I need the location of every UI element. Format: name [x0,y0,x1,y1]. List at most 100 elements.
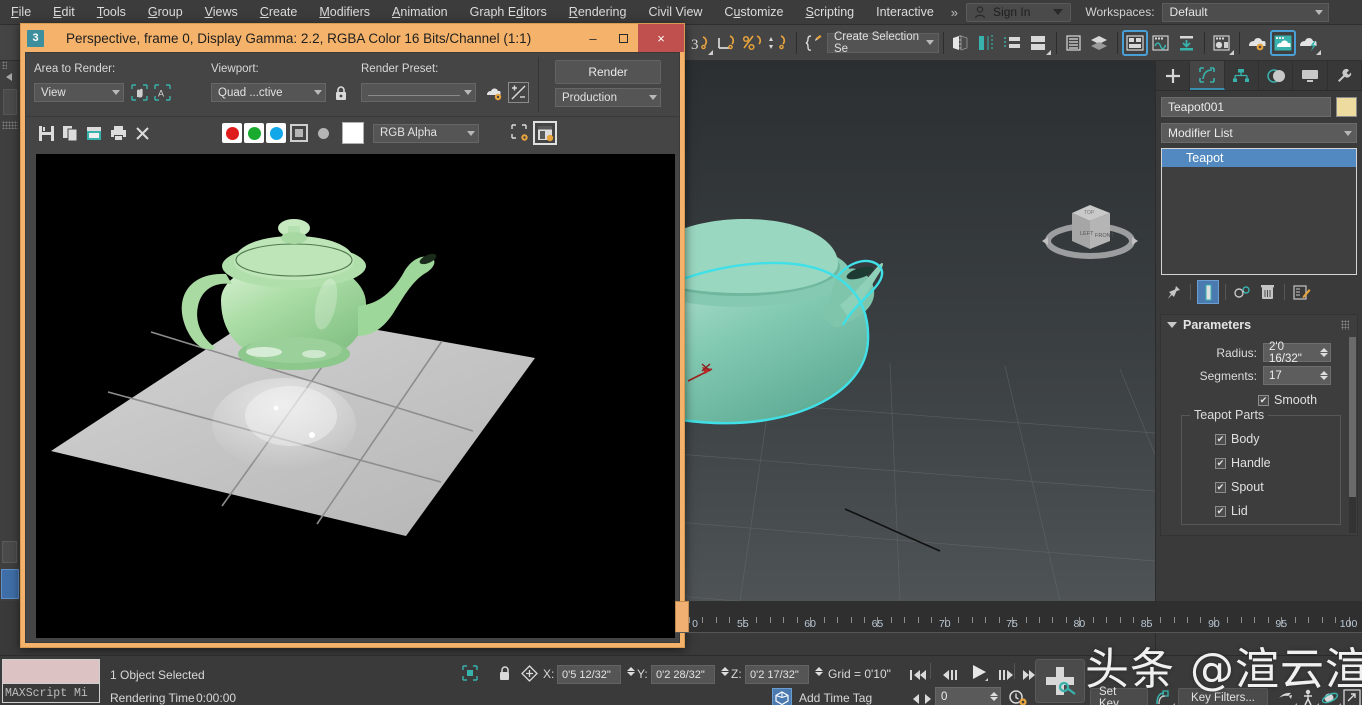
auto-key-button[interactable] [1035,659,1085,703]
utilities-tab[interactable] [1328,61,1362,90]
go-to-start-icon[interactable] [906,664,930,686]
teapot-preset-icon[interactable] [484,82,505,103]
menu-group[interactable]: Group [137,1,194,23]
time-slider[interactable] [675,601,689,633]
area-to-render-select[interactable]: View [34,83,124,102]
print-image-icon[interactable] [106,121,130,145]
chevron-down-icon[interactable] [1053,9,1064,15]
pin-stack-icon[interactable] [1162,281,1184,303]
radius-spinner[interactable]: 2'0 16/32" [1263,341,1331,365]
rendered-frame-window[interactable]: 3 Perspective, frame 0, Display Gamma: 2… [20,23,685,648]
blue-channel-icon[interactable] [266,123,286,143]
smooth-checkbox[interactable]: ✔ Smooth [1258,393,1351,407]
object-name-input[interactable]: Teapot001 [1161,97,1331,117]
background-color-swatch[interactable] [342,122,364,144]
curve-editor-icon[interactable] [1148,30,1174,56]
modify-tab[interactable] [1190,61,1225,90]
z-field[interactable]: 0'2 17/32" [745,665,809,684]
toggle-ribbon-icon[interactable] [1122,29,1148,56]
menu-views[interactable]: Views [194,1,249,23]
percent-snap-icon[interactable] [740,30,766,56]
menu-edit[interactable]: Edit [42,1,86,23]
object-color-swatch[interactable] [1336,97,1357,117]
menu-file[interactable]: File [0,1,42,23]
workspace-select[interactable]: Default [1161,2,1329,22]
menu-modifiers[interactable]: Modifiers [308,1,381,23]
copy-image-icon[interactable] [58,121,82,145]
x-spinner-icon[interactable] [627,667,635,676]
lock-icon[interactable] [331,82,351,103]
segments-spinner[interactable]: 17 [1263,366,1331,385]
stack-item-teapot[interactable]: Teapot [1162,149,1356,167]
menu-tools[interactable]: Tools [86,1,137,23]
x-field[interactable]: 0'5 12/32" [557,665,621,684]
save-image-icon[interactable] [34,121,58,145]
minimize-button[interactable]: – [578,24,608,52]
rollout-header[interactable]: Parameters [1161,315,1357,335]
key-mode-icon[interactable] [910,688,934,705]
close-button[interactable]: × [638,24,684,52]
remove-modifier-icon[interactable] [1256,281,1278,303]
motion-tab[interactable] [1259,61,1294,90]
pan-view-icon[interactable] [1274,687,1298,705]
maximize-viewport-icon[interactable] [1340,687,1362,705]
auto-region-icon[interactable]: A [153,83,172,102]
drag-grip[interactable] [2,121,18,129]
toggle-ui-icon[interactable] [509,124,531,142]
schematic-view-icon[interactable] [1174,30,1200,56]
render-production-icon[interactable] [1296,30,1322,56]
menu-overflow-icon[interactable]: » [945,5,964,20]
menu-customize[interactable]: Customize [713,1,794,23]
spinner-arrows-icon[interactable] [1320,371,1328,380]
orbit-icon[interactable] [1318,687,1342,705]
maximize-button[interactable] [608,24,638,52]
scene-explorer-icon[interactable] [1026,30,1052,56]
viewport-select[interactable]: Quad ...ctive [211,83,326,102]
frame-spinner-icon[interactable] [990,692,998,701]
menu-rendering[interactable]: Rendering [558,1,638,23]
time-configuration-icon[interactable] [1006,687,1030,705]
time-tag-icon[interactable] [772,688,792,705]
region-select-icon[interactable] [130,83,149,102]
hierarchy-tab[interactable] [1225,61,1259,90]
modifier-stack[interactable]: Teapot [1161,148,1357,275]
menu-scripting[interactable]: Scripting [794,1,865,23]
selection-set-input[interactable]: Create Selection Se [827,31,939,55]
spinner-snap-icon[interactable] [766,30,792,56]
menu-animation[interactable]: Animation [381,1,459,23]
selection-lock-icon[interactable] [461,664,479,682]
layer-explorer-icon[interactable] [1000,30,1026,56]
red-channel-icon[interactable] [222,123,242,143]
rfw-titlebar[interactable]: 3 Perspective, frame 0, Display Gamma: 2… [21,24,684,52]
handle-checkbox[interactable]: ✔ Handle [1215,456,1340,470]
rollout-grip[interactable] [1341,320,1349,330]
rendered-image[interactable] [36,154,675,638]
make-unique-icon[interactable] [1232,281,1254,303]
render-button[interactable]: Render [555,60,661,84]
y-field[interactable]: 0'2 28/32" [651,665,715,684]
clone-image-icon[interactable] [82,121,106,145]
angle-snap-icon[interactable] [714,30,740,56]
toolbar-button[interactable] [2,541,17,563]
menu-civil-view[interactable]: Civil View [637,1,713,23]
material-editor-icon[interactable] [1209,30,1235,56]
y-spinner-icon[interactable] [721,667,729,676]
layer-manager-icon[interactable] [1061,30,1087,56]
green-channel-icon[interactable] [244,123,264,143]
render-mode-select[interactable]: Production [555,88,661,107]
layer-stack-icon[interactable] [1087,30,1113,56]
lid-checkbox[interactable]: ✔ Lid [1215,504,1340,518]
walkthrough-icon[interactable] [1296,687,1320,705]
body-checkbox[interactable]: ✔ Body [1215,432,1340,446]
menu-create[interactable]: Create [249,1,309,23]
add-time-tag-label[interactable]: Add Time Tag [799,691,872,705]
set-key-button[interactable]: Set Key [1090,686,1148,705]
channel-select[interactable]: RGB Alpha [373,123,479,143]
render-setup-icon[interactable] [1244,30,1270,56]
key-toggle-icon[interactable] [1152,687,1176,705]
lock-selection-icon[interactable] [495,664,513,682]
spout-checkbox[interactable]: ✔ Spout [1215,480,1340,494]
alpha-channel-icon[interactable] [290,124,308,142]
render-preset-select[interactable] [361,83,476,102]
render-settings-icon[interactable] [533,121,557,145]
